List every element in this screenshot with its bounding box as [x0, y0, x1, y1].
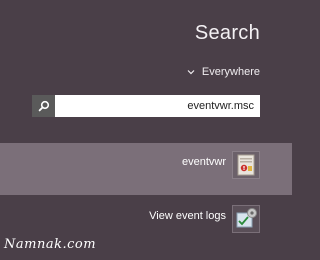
control-panel-icon [232, 205, 260, 233]
chevron-down-icon [187, 70, 195, 75]
search-charm: Search Everywhere eventvwr View e [0, 0, 292, 260]
event-viewer-icon [232, 151, 260, 179]
search-box [32, 95, 260, 117]
search-input[interactable] [55, 96, 260, 116]
scope-label: Everywhere [201, 66, 260, 78]
result-label: View event logs [149, 210, 226, 222]
search-button[interactable] [32, 95, 55, 117]
watermark: Namnak.com [4, 237, 97, 252]
page-title: Search [194, 22, 260, 44]
scope-selector[interactable]: Everywhere [186, 66, 260, 78]
result-label: eventvwr [181, 156, 226, 168]
search-icon [38, 100, 49, 112]
search-result-eventvwr[interactable]: eventvwr [0, 143, 292, 195]
